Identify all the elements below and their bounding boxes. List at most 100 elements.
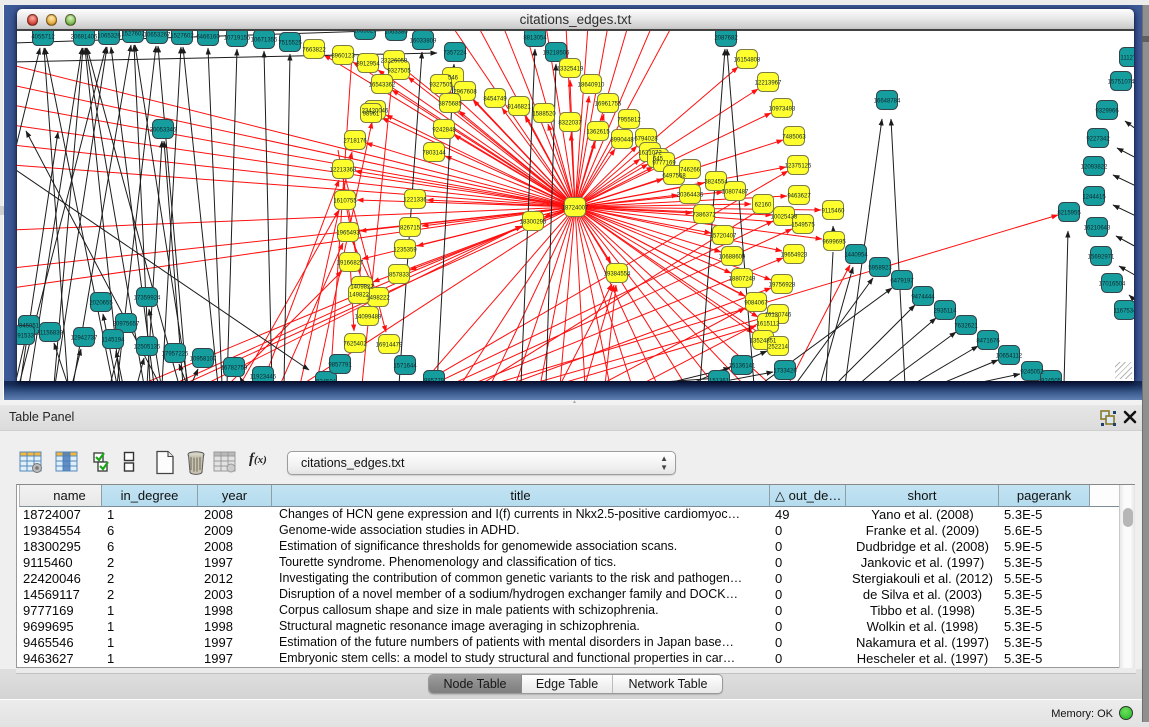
svg-text:19384554: 19384554 bbox=[604, 272, 631, 278]
svg-text:1065326: 1065326 bbox=[97, 34, 121, 40]
svg-text:9245052: 9245052 bbox=[1020, 370, 1044, 376]
svg-text:111275: 111275 bbox=[1120, 56, 1134, 62]
svg-text:18807249: 18807249 bbox=[729, 277, 756, 283]
svg-text:1733426: 1733426 bbox=[773, 369, 797, 375]
svg-text:1610755: 1610755 bbox=[333, 199, 357, 205]
svg-text:7663822: 7663822 bbox=[302, 48, 326, 54]
svg-text:12093822: 12093822 bbox=[1081, 165, 1108, 171]
svg-text:7803144: 7803144 bbox=[422, 151, 446, 157]
svg-text:20364436: 20364436 bbox=[677, 193, 704, 199]
svg-text:6479197: 6479197 bbox=[890, 279, 914, 285]
svg-text:15720407: 15720407 bbox=[710, 234, 737, 240]
svg-text:16543362: 16543362 bbox=[369, 83, 396, 89]
svg-text:16033809: 16033809 bbox=[410, 39, 437, 45]
svg-text:18724007: 18724007 bbox=[562, 206, 589, 212]
svg-text:1063380: 1063380 bbox=[384, 31, 408, 36]
svg-text:12942737: 12942737 bbox=[71, 336, 98, 342]
svg-text:1145194: 1145194 bbox=[102, 338, 126, 344]
svg-text:2967608: 2967608 bbox=[453, 90, 477, 96]
svg-text:7386372: 7386372 bbox=[692, 213, 716, 219]
svg-text:62160: 62160 bbox=[755, 203, 772, 209]
svg-text:16648784: 16648784 bbox=[874, 99, 901, 105]
svg-text:11156839: 11156839 bbox=[37, 331, 63, 337]
svg-text:1965493: 1965493 bbox=[336, 231, 360, 237]
svg-text:2020655: 2020655 bbox=[89, 301, 113, 307]
svg-text:6794028: 6794028 bbox=[634, 137, 658, 143]
svg-text:9699695: 9699695 bbox=[822, 240, 846, 246]
svg-text:18300295: 18300295 bbox=[520, 220, 547, 226]
svg-text:15692971: 15692971 bbox=[1088, 255, 1115, 261]
svg-text:1588520: 1588520 bbox=[532, 112, 556, 118]
svg-text:17359924: 17359924 bbox=[134, 296, 161, 302]
svg-text:1498222: 1498222 bbox=[366, 296, 390, 302]
svg-text:8454749: 8454749 bbox=[483, 97, 507, 103]
svg-text:1571644: 1571644 bbox=[393, 364, 417, 370]
svg-text:1362615: 1362615 bbox=[586, 130, 610, 136]
svg-text:1615112: 1615112 bbox=[757, 322, 781, 328]
svg-text:7632621: 7632621 bbox=[954, 324, 978, 330]
svg-text:8990448: 8990448 bbox=[610, 138, 634, 144]
svg-text:2087682: 2087682 bbox=[714, 36, 738, 42]
svg-text:13325419: 13325419 bbox=[557, 67, 584, 73]
svg-text:16782759: 16782759 bbox=[221, 366, 248, 372]
svg-text:17957225: 17957225 bbox=[162, 352, 189, 358]
svg-text:10688609: 10688609 bbox=[719, 255, 746, 261]
svg-text:857833: 857833 bbox=[389, 273, 410, 279]
svg-text:8471676: 8471676 bbox=[976, 339, 1000, 345]
svg-text:7357224: 7357224 bbox=[443, 51, 467, 57]
svg-text:16961755: 16961755 bbox=[595, 102, 622, 108]
svg-text:7625402: 7625402 bbox=[343, 342, 367, 348]
svg-text:15751074: 15751074 bbox=[1108, 80, 1134, 86]
svg-text:9329966: 9329966 bbox=[1095, 109, 1119, 115]
svg-text:1244415: 1244415 bbox=[1082, 195, 1106, 201]
svg-text:19218506: 19218506 bbox=[543, 51, 570, 57]
svg-text:12505135: 12505135 bbox=[134, 345, 161, 351]
svg-text:10671355: 10671355 bbox=[251, 38, 278, 44]
svg-text:18640910: 18640910 bbox=[578, 83, 605, 89]
svg-text:16120746: 16120746 bbox=[765, 313, 792, 319]
svg-text:2718176: 2718176 bbox=[343, 139, 367, 145]
svg-text:1549575: 1549575 bbox=[791, 223, 815, 229]
svg-text:1527602: 1527602 bbox=[170, 34, 194, 40]
svg-text:1527602: 1527602 bbox=[121, 32, 145, 38]
svg-text:15136141: 15136141 bbox=[729, 364, 756, 370]
svg-text:20691406: 20691406 bbox=[71, 35, 98, 41]
svg-text:3824554: 3824554 bbox=[704, 180, 728, 186]
svg-text:16210643: 16210643 bbox=[1084, 226, 1111, 232]
svg-text:23226058: 23226058 bbox=[381, 59, 408, 65]
svg-text:8960123: 8960123 bbox=[331, 54, 355, 60]
svg-text:10025438: 10025438 bbox=[771, 215, 798, 221]
svg-text:9327505: 9327505 bbox=[429, 83, 453, 89]
svg-text:9474444: 9474444 bbox=[911, 295, 935, 301]
svg-text:9777169: 9777169 bbox=[652, 161, 676, 167]
svg-text:12213363: 12213363 bbox=[330, 168, 357, 174]
svg-text:252214: 252214 bbox=[768, 345, 789, 351]
svg-text:845051: 845051 bbox=[19, 324, 40, 330]
svg-text:6497568: 6497568 bbox=[662, 174, 686, 180]
svg-text:19654923: 19654923 bbox=[781, 253, 808, 259]
svg-text:6466160: 6466160 bbox=[196, 35, 220, 41]
svg-text:9084067: 9084067 bbox=[744, 301, 768, 307]
svg-text:8322037: 8322037 bbox=[558, 121, 582, 127]
svg-text:12375125: 12375125 bbox=[785, 164, 812, 170]
svg-text:7485063: 7485063 bbox=[782, 135, 806, 141]
svg-text:9463627: 9463627 bbox=[787, 194, 811, 200]
svg-text:8912954: 8912954 bbox=[356, 62, 380, 68]
svg-text:5958923: 5958923 bbox=[868, 266, 892, 272]
svg-text:924505: 924505 bbox=[1041, 379, 1062, 382]
svg-text:98961: 98961 bbox=[363, 112, 380, 118]
svg-text:10654112: 10654112 bbox=[996, 354, 1023, 360]
svg-text:10807487: 10807487 bbox=[722, 190, 749, 196]
svg-text:2935114: 2935114 bbox=[934, 309, 958, 315]
svg-text:16914479: 16914479 bbox=[376, 343, 403, 349]
svg-text:4055712: 4055712 bbox=[31, 35, 55, 41]
svg-text:10719155: 10719155 bbox=[224, 36, 251, 42]
svg-text:10973493: 10973493 bbox=[769, 107, 796, 113]
svg-text:8215955: 8215955 bbox=[1057, 211, 1081, 217]
svg-text:746266: 746266 bbox=[680, 168, 701, 174]
svg-text:10958107: 10958107 bbox=[190, 357, 217, 363]
svg-text:12213967: 12213967 bbox=[755, 81, 782, 87]
svg-text:10653267: 10653267 bbox=[144, 33, 171, 39]
svg-text:1065327: 1065327 bbox=[353, 31, 377, 35]
svg-text:9227342: 9227342 bbox=[1086, 137, 1110, 143]
